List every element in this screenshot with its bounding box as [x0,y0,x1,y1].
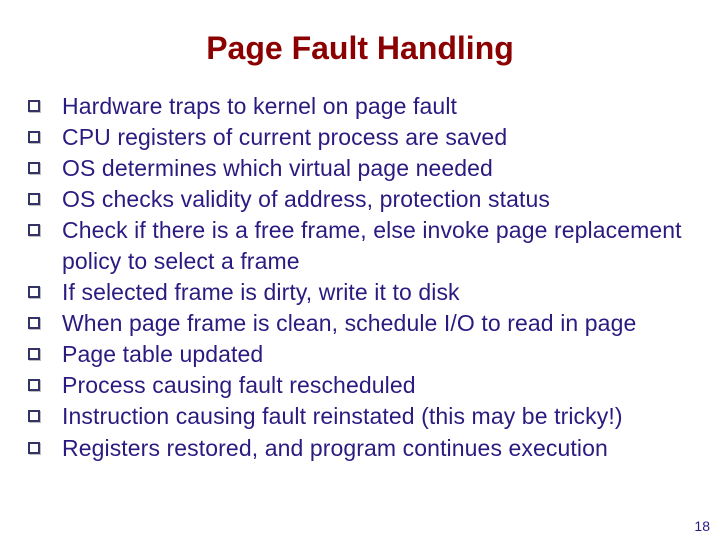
list-item: OS determines which virtual page needed [28,153,700,184]
list-item: When page frame is clean, schedule I/O t… [28,308,700,339]
bullet-text: CPU registers of current process are sav… [62,122,700,153]
list-item: Instruction causing fault reinstated (th… [28,401,700,432]
square-bullet-icon [28,224,40,236]
list-item: If selected frame is dirty, write it to … [28,277,700,308]
list-item: Check if there is a free frame, else inv… [28,215,700,277]
list-item: OS checks validity of address, protectio… [28,184,700,215]
square-bullet-icon [28,193,40,205]
square-bullet-icon [28,317,40,329]
square-bullet-icon [28,348,40,360]
bullet-text: Hardware traps to kernel on page fault [62,91,700,122]
bullet-text: Instruction causing fault reinstated (th… [62,401,700,432]
square-bullet-icon [28,100,40,112]
square-bullet-icon [28,410,40,422]
square-bullet-icon [28,379,40,391]
list-item: Page table updated [28,339,700,370]
slide-title: Page Fault Handling [20,30,700,67]
square-bullet-icon [28,131,40,143]
bullet-list: Hardware traps to kernel on page fault C… [28,91,700,464]
bullet-text: OS determines which virtual page needed [62,153,700,184]
list-item: CPU registers of current process are sav… [28,122,700,153]
slide: Page Fault Handling Hardware traps to ke… [0,0,720,540]
page-number: 18 [694,518,710,534]
bullet-text: Check if there is a free frame, else inv… [62,215,700,277]
bullet-text: If selected frame is dirty, write it to … [62,277,700,308]
square-bullet-icon [28,286,40,298]
bullet-text: Page table updated [62,339,700,370]
list-item: Registers restored, and program continue… [28,433,700,464]
list-item: Hardware traps to kernel on page fault [28,91,700,122]
square-bullet-icon [28,442,40,454]
bullet-text: Process causing fault rescheduled [62,370,700,401]
bullet-text: When page frame is clean, schedule I/O t… [62,308,700,339]
square-bullet-icon [28,162,40,174]
bullet-text: OS checks validity of address, protectio… [62,184,700,215]
list-item: Process causing fault rescheduled [28,370,700,401]
bullet-text: Registers restored, and program continue… [62,433,700,464]
